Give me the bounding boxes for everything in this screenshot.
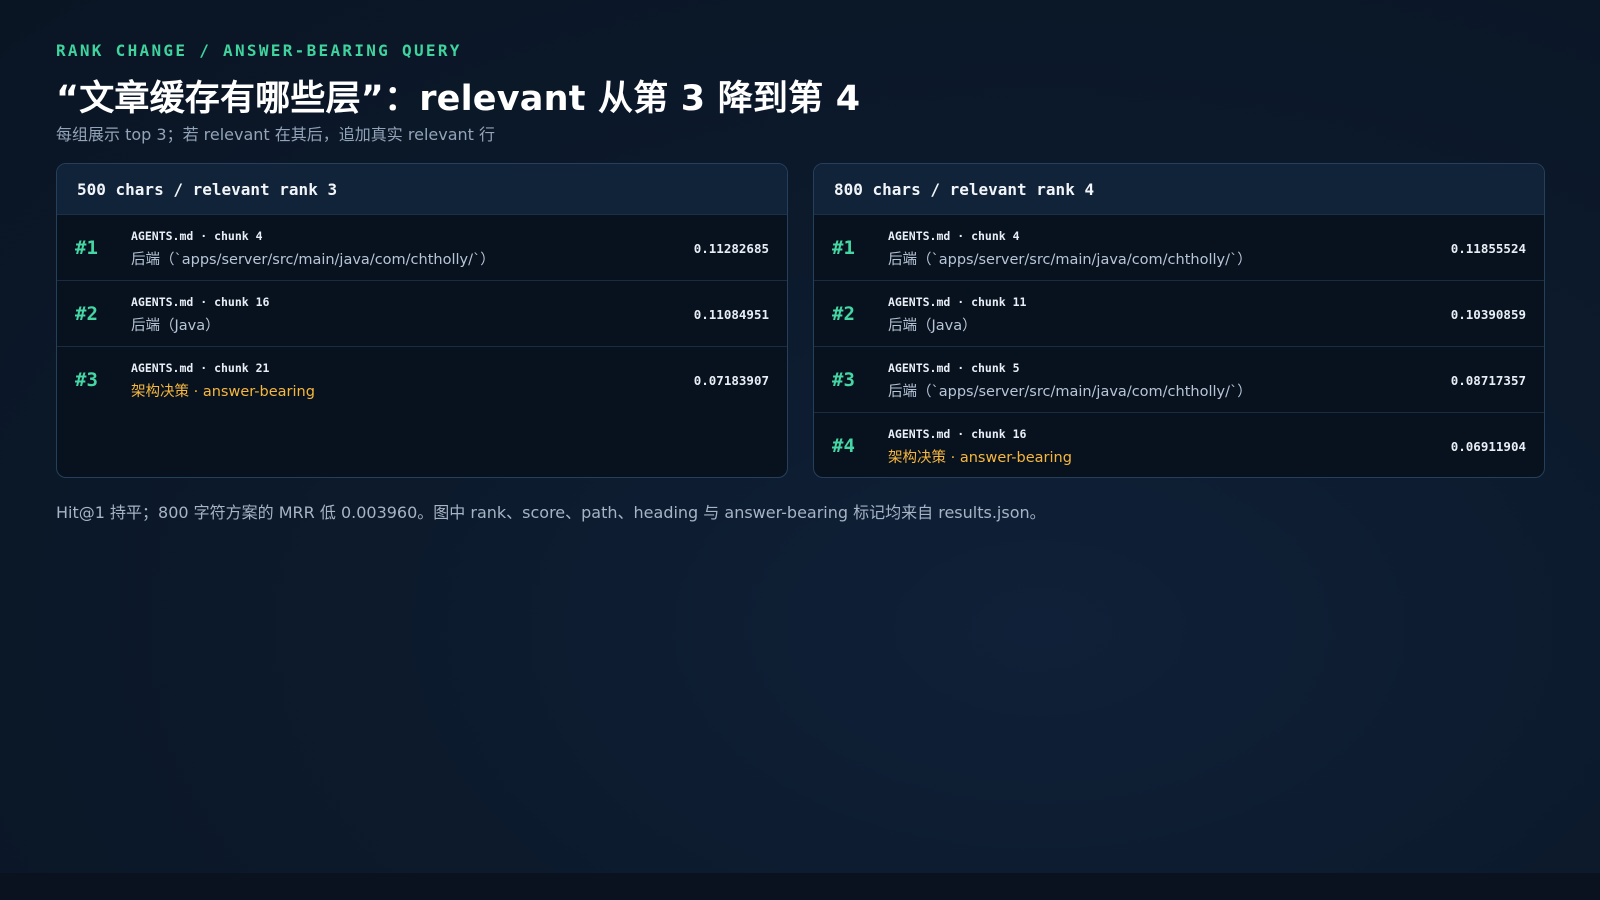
chunk-heading-answer-bearing: 架构决策 · answer-bearing <box>131 384 315 400</box>
score-value: 0.11855524 <box>1450 240 1526 256</box>
score-value: 0.11282685 <box>693 240 769 256</box>
rank-label: #2 <box>75 303 98 325</box>
result-row-answer-bearing: #4 AGENTS.md · chunk 16 架构决策 · answer-be… <box>814 413 1544 477</box>
footnote: Hit@1 持平；800 字符方案的 MRR 低 0.003960。图中 ran… <box>56 503 1046 522</box>
page-title: “文章缓存有哪些层”：relevant 从第 3 降到第 4 <box>56 79 861 119</box>
result-row: #2 AGENTS.md · chunk 16 后端（Java） 0.11084… <box>57 281 787 347</box>
rank-label: #1 <box>832 237 855 259</box>
page-subtitle: 每组展示 top 3；若 relevant 在其后，追加真实 relevant … <box>56 125 496 144</box>
panel-header: 800 chars / relevant rank 4 <box>814 164 1544 215</box>
score-value: 0.10390859 <box>1450 306 1526 322</box>
result-row: #1 AGENTS.md · chunk 4 后端（`apps/server/s… <box>57 215 787 281</box>
result-row: #1 AGENTS.md · chunk 4 后端（`apps/server/s… <box>814 215 1544 281</box>
chunk-heading: 后端（Java） <box>131 318 220 334</box>
chunk-meta: AGENTS.md · chunk 16 <box>888 427 1027 441</box>
panel-500-chars: 500 chars / relevant rank 3 #1 AGENTS.md… <box>56 163 788 478</box>
slide-canvas: RANK CHANGE / ANSWER-BEARING QUERY “文章缓存… <box>0 0 1600 873</box>
chunk-heading: 后端（`apps/server/src/main/java/com/chthol… <box>888 252 1252 268</box>
score-value: 0.07183907 <box>693 372 769 388</box>
bottom-bar <box>0 873 1600 900</box>
chunk-heading-answer-bearing: 架构决策 · answer-bearing <box>888 450 1072 466</box>
chunk-meta: AGENTS.md · chunk 4 <box>888 229 1020 243</box>
chunk-heading: 后端（`apps/server/src/main/java/com/chthol… <box>888 384 1252 400</box>
eyebrow-label: RANK CHANGE / ANSWER-BEARING QUERY <box>56 41 462 60</box>
result-row: #3 AGENTS.md · chunk 5 后端（`apps/server/s… <box>814 347 1544 413</box>
chunk-meta: AGENTS.md · chunk 11 <box>888 295 1027 309</box>
score-value: 0.06911904 <box>1450 438 1526 454</box>
rank-label: #1 <box>75 237 98 259</box>
chunk-meta: AGENTS.md · chunk 21 <box>131 361 270 375</box>
result-row: #2 AGENTS.md · chunk 11 后端（Java） 0.10390… <box>814 281 1544 347</box>
chunk-heading: 后端（`apps/server/src/main/java/com/chthol… <box>131 252 495 268</box>
chunk-meta: AGENTS.md · chunk 16 <box>131 295 270 309</box>
panel-800-chars: 800 chars / relevant rank 4 #1 AGENTS.md… <box>813 163 1545 478</box>
score-value: 0.08717357 <box>1450 372 1526 388</box>
rank-label: #3 <box>832 369 855 391</box>
chunk-heading: 后端（Java） <box>888 318 977 334</box>
result-row-answer-bearing: #3 AGENTS.md · chunk 21 架构决策 · answer-be… <box>57 347 787 413</box>
rank-label: #2 <box>832 303 855 325</box>
panel-header: 500 chars / relevant rank 3 <box>57 164 787 215</box>
chunk-meta: AGENTS.md · chunk 4 <box>131 229 263 243</box>
rank-label: #3 <box>75 369 98 391</box>
score-value: 0.11084951 <box>693 306 769 322</box>
chunk-meta: AGENTS.md · chunk 5 <box>888 361 1020 375</box>
rank-label: #4 <box>832 435 855 457</box>
